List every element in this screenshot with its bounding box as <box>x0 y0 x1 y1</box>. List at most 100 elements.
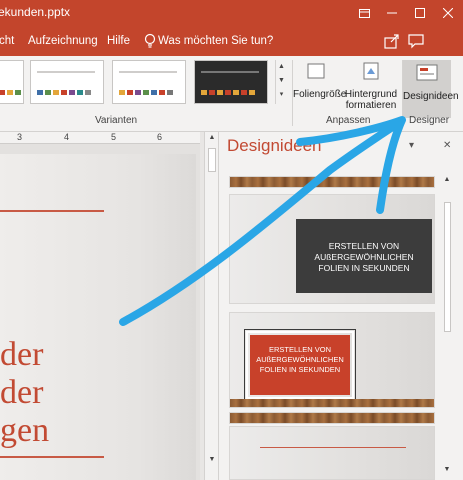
theme-variant-4[interactable] <box>194 60 268 104</box>
foliengroesse-label: Foliengröße <box>293 89 347 100</box>
close-window-button[interactable] <box>434 0 462 26</box>
horizontal-ruler: 3 4 5 6 <box>0 132 200 144</box>
design-ideas-pane: Designideen ▾ ✕ ERSTELLEN VON AUßERGEWÖH… <box>218 132 463 480</box>
design-ideas-icon <box>416 64 438 81</box>
variant-color-swatch <box>167 90 173 95</box>
scroll-down-icon[interactable]: ▼ <box>276 74 287 88</box>
group-label-designer: Designer <box>409 115 450 126</box>
comments-icon[interactable] <box>407 32 425 50</box>
slide-title-line-2[interactable]: der <box>0 374 43 412</box>
title-bar: ekunden.pptx <box>0 0 463 26</box>
ribbon-design: ▲ ▼ ▾ Varianten Foliengröße Hintergrund … <box>0 56 463 132</box>
design-thumbnail-3[interactable] <box>229 426 435 480</box>
variant-color-swatch <box>77 90 83 95</box>
variant-title-line <box>201 71 259 73</box>
scroll-thumb[interactable] <box>208 148 216 172</box>
thumbnail-text-line: AUßERGEWÖHNLICHEN <box>256 355 344 364</box>
thumbnail-title-box: ERSTELLEN VON AUßERGEWÖHNLICHEN FOLIEN I… <box>296 219 432 293</box>
more-icon[interactable]: ▾ <box>276 88 287 102</box>
scroll-up-icon[interactable]: ▲ <box>205 134 219 141</box>
variant-title-line <box>37 71 95 73</box>
thumbnail-wood-strip <box>230 399 434 407</box>
close-icon <box>443 8 453 18</box>
ruler-tick: 4 <box>64 132 70 142</box>
tab-ansicht[interactable]: cht <box>0 35 14 47</box>
share-icon[interactable] <box>383 32 401 50</box>
hintergrund-label-1: Hintergrund <box>344 89 398 100</box>
variant-color-swatch <box>209 90 215 95</box>
variant-color-swatch <box>119 90 125 95</box>
slide-size-icon <box>307 63 325 79</box>
slide-vertical-scrollbar[interactable]: ▲ ▼ <box>204 132 218 480</box>
variant-color-swatch <box>127 90 133 95</box>
thumbnail-text-line: ERSTELLEN VON <box>268 345 332 354</box>
thumbnail-title-box: ERSTELLEN VON AUßERGEWÖHNLICHEN FOLIEN I… <box>246 331 354 399</box>
thumbnail-text-line: ERSTELLEN VON <box>328 241 400 251</box>
maximize-button[interactable] <box>406 0 434 26</box>
slide-title-line-3[interactable]: gen <box>0 412 49 450</box>
design-thumbnail-1[interactable]: ERSTELLEN VON AUßERGEWÖHNLICHEN FOLIEN I… <box>229 194 435 304</box>
slide-accent-line-top <box>0 210 104 212</box>
variant-color-swatch <box>241 90 247 95</box>
variant-color-swatch <box>159 90 165 95</box>
variant-title-line <box>119 71 177 73</box>
scroll-down-icon[interactable]: ▼ <box>205 456 219 463</box>
minimize-icon <box>387 12 397 14</box>
lightbulb-icon <box>144 33 156 48</box>
thumbnail-text-line: FOLIEN IN SEKUNDEN <box>259 365 341 374</box>
minimize-button[interactable] <box>378 0 406 26</box>
chevron-down-icon[interactable]: ▾ <box>409 140 414 151</box>
theme-variant-2[interactable] <box>30 60 104 104</box>
variant-color-swatch <box>201 90 207 95</box>
designideen-button[interactable]: Designideen <box>403 60 459 118</box>
variants-scroll[interactable]: ▲ ▼ ▾ <box>275 60 287 104</box>
thumbnail-text-line: AUßERGEWÖHNLICHEN <box>314 252 414 262</box>
variant-color-swatch <box>249 90 255 95</box>
thumbnail-accent-line <box>260 447 406 448</box>
tell-me-search[interactable]: Was möchten Sie tun? <box>158 35 273 47</box>
powerpoint-window: ekunden.pptx cht Aufzeichnung Hilfe Was … <box>0 0 463 480</box>
variant-color-swatch <box>69 90 75 95</box>
variant-color-swatch <box>15 90 21 95</box>
variant-color-swatch <box>151 90 157 95</box>
ruler-tick: 6 <box>157 132 163 142</box>
current-slide[interactable]: der der gen <box>0 154 196 480</box>
variant-color-swatch <box>233 90 239 95</box>
thumbnail-text-line: FOLIEN IN SEKUNDEN <box>318 263 410 273</box>
design-thumbnail-3-top[interactable] <box>229 412 435 424</box>
window-title: ekunden.pptx <box>0 5 71 19</box>
ribbon-display-button[interactable] <box>350 0 378 26</box>
tab-aufzeichnung[interactable]: Aufzeichnung <box>28 35 98 47</box>
scroll-down-icon[interactable]: ▼ <box>441 466 453 473</box>
variant-color-swatch <box>143 90 149 95</box>
close-icon[interactable]: ✕ <box>443 140 451 151</box>
scroll-up-icon[interactable]: ▲ <box>276 60 287 74</box>
hintergrund-label-2: formatieren <box>345 100 397 111</box>
group-label-anpassen: Anpassen <box>326 115 371 126</box>
pane-title: Designideen <box>227 136 322 155</box>
variant-color-swatch <box>7 90 13 95</box>
pane-scrollbar[interactable]: ▲ ▼ <box>441 176 453 480</box>
theme-variant-3[interactable] <box>112 60 186 104</box>
designideen-label: Designideen <box>403 91 459 102</box>
hintergrund-formatieren-button[interactable]: Hintergrund formatieren <box>343 60 399 118</box>
theme-variant-1[interactable] <box>0 60 24 104</box>
variant-color-swatch <box>61 90 67 95</box>
tab-hilfe[interactable]: Hilfe <box>107 35 130 47</box>
design-thumbnail-2[interactable]: ERSTELLEN VON AUßERGEWÖHNLICHEN FOLIEN I… <box>229 312 435 408</box>
variant-color-swatch <box>45 90 51 95</box>
maximize-icon <box>415 8 425 18</box>
foliengroesse-button[interactable]: Foliengröße <box>293 60 346 114</box>
slide-editor: der der gen <box>0 144 200 480</box>
scroll-thumb[interactable] <box>444 202 451 332</box>
slide-title-line-1[interactable]: der <box>0 336 43 374</box>
ribbon-tab-row: cht Aufzeichnung Hilfe Was möchten Sie t… <box>0 26 463 56</box>
design-thumbnails: ERSTELLEN VON AUßERGEWÖHNLICHEN FOLIEN I… <box>229 176 435 480</box>
slide-accent-line-bottom <box>0 456 104 458</box>
design-thumbnail-partial[interactable] <box>229 176 435 188</box>
scroll-up-icon[interactable]: ▲ <box>441 176 453 183</box>
variant-color-swatch <box>217 90 223 95</box>
ruler-tick: 5 <box>111 132 117 142</box>
variant-color-swatch <box>225 90 231 95</box>
variant-color-swatch <box>85 90 91 95</box>
